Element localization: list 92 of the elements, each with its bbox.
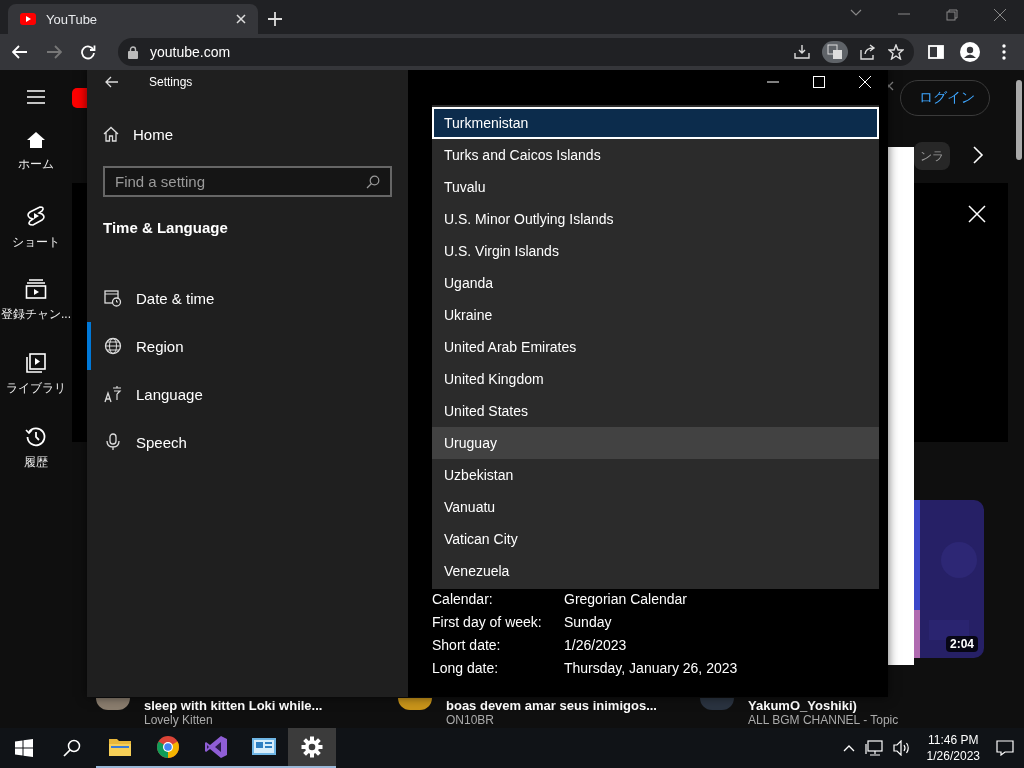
video-title[interactable]: sleep with kitten Loki while... bbox=[144, 698, 323, 713]
language-icon bbox=[104, 385, 122, 403]
dropdown-option[interactable]: Turks and Caicos Islands bbox=[432, 139, 879, 171]
back-icon[interactable] bbox=[105, 76, 119, 88]
dropdown-option[interactable]: Uruguay bbox=[432, 427, 879, 459]
profile-icon[interactable] bbox=[960, 42, 980, 62]
taskbar-clock[interactable]: 11:46 PM 1/26/2023 bbox=[926, 732, 980, 764]
dropdown-option[interactable]: Uzbekistan bbox=[432, 459, 879, 491]
subscriptions-icon bbox=[25, 278, 47, 300]
new-tab-icon[interactable] bbox=[268, 12, 282, 26]
window-title: Settings bbox=[149, 75, 193, 89]
reload-icon[interactable] bbox=[80, 44, 96, 60]
format-label: Short date: bbox=[432, 637, 502, 653]
dropdown-option[interactable]: U.S. Virgin Islands bbox=[432, 235, 879, 267]
dropdown-option[interactable]: United Kingdom bbox=[432, 363, 879, 395]
search-icon bbox=[63, 739, 81, 757]
home-icon bbox=[26, 130, 46, 150]
search-field[interactable]: Find a setting bbox=[103, 166, 392, 197]
notification-icon[interactable] bbox=[996, 740, 1014, 756]
more-icon[interactable] bbox=[1002, 44, 1006, 60]
nav-item[interactable]: Speech bbox=[87, 418, 392, 466]
nav-item[interactable]: Language bbox=[87, 370, 392, 418]
dropdown-option[interactable]: Vanuatu bbox=[432, 491, 879, 523]
video-title[interactable]: YakumO_Yoshiki) bbox=[748, 698, 899, 713]
download-icon[interactable] bbox=[794, 44, 810, 60]
globe-icon bbox=[104, 337, 122, 355]
format-value: Sunday bbox=[564, 614, 613, 630]
history-icon bbox=[25, 426, 47, 448]
chrome-icon bbox=[156, 735, 180, 759]
windows-logo-icon bbox=[15, 739, 33, 757]
menu-icon[interactable] bbox=[27, 90, 45, 104]
dropdown-option[interactable]: United Arab Emirates bbox=[432, 331, 879, 363]
nav-item[interactable]: Date & time bbox=[87, 274, 392, 322]
format-label: First day of week: bbox=[432, 614, 543, 630]
duration-badge: 2:04 bbox=[946, 636, 979, 652]
library-icon bbox=[25, 352, 47, 374]
volume-icon[interactable] bbox=[892, 740, 911, 756]
chevron-down-icon[interactable] bbox=[850, 9, 862, 17]
browser-tab[interactable]: YouTube bbox=[8, 4, 258, 34]
dropdown-option[interactable]: Vatican City bbox=[432, 523, 879, 555]
dropdown-option[interactable]: Tuvalu bbox=[432, 171, 879, 203]
channel-name[interactable]: ALL BGM CHANNEL - Topic bbox=[748, 713, 899, 727]
search-icon bbox=[366, 175, 380, 189]
sidebar-item[interactable]: ショート bbox=[12, 204, 60, 278]
studio-icon bbox=[204, 735, 228, 759]
sidebar-item[interactable]: ホーム bbox=[18, 130, 54, 204]
calendar-clock-icon bbox=[104, 289, 122, 307]
network-icon[interactable] bbox=[864, 740, 883, 756]
home-link[interactable]: Home bbox=[103, 120, 392, 148]
dropdown-option[interactable]: Venezuela bbox=[432, 555, 879, 587]
sidebar-item[interactable]: ライブラリ bbox=[6, 352, 66, 426]
dropdown-option[interactable]: Uganda bbox=[432, 267, 879, 299]
home-icon bbox=[103, 126, 119, 142]
dropdown-option[interactable]: United States bbox=[432, 395, 879, 427]
channel-name[interactable]: Lovely Kitten bbox=[144, 713, 323, 727]
format-value: Gregorian Calendar bbox=[564, 591, 688, 607]
dropdown-option[interactable]: Ukraine bbox=[432, 299, 879, 331]
taskbar-app[interactable] bbox=[288, 728, 336, 768]
side-panel-icon[interactable] bbox=[928, 45, 944, 59]
category-chip[interactable]: ンラ bbox=[914, 142, 950, 170]
dropdown-option[interactable]: U.S. Minor Outlying Islands bbox=[432, 203, 879, 235]
dropdown-option[interactable]: Turkmenistan bbox=[432, 107, 879, 139]
format-label: Calendar: bbox=[432, 591, 494, 607]
address-bar[interactable]: youtube.com bbox=[118, 38, 914, 66]
restore-icon[interactable] bbox=[946, 9, 958, 21]
shorts-icon bbox=[25, 204, 47, 228]
video-title[interactable]: boas devem amar seus inimigos... bbox=[446, 698, 657, 713]
forward-icon[interactable] bbox=[46, 45, 62, 59]
scrollbar-thumb[interactable] bbox=[1016, 80, 1022, 160]
maximize-icon bbox=[813, 76, 825, 88]
share-icon[interactable] bbox=[860, 44, 876, 60]
minimize-icon bbox=[767, 81, 779, 83]
microphone-icon bbox=[104, 433, 122, 451]
sidebar-item[interactable]: 履歴 bbox=[24, 426, 48, 500]
channel-avatar[interactable] bbox=[398, 698, 432, 710]
chevron-right-icon[interactable] bbox=[972, 146, 984, 164]
control-panel-icon bbox=[251, 736, 277, 758]
format-label: Long date: bbox=[432, 660, 500, 676]
settings-icon bbox=[301, 736, 323, 758]
chevron-up-icon[interactable] bbox=[842, 744, 855, 752]
format-value: 1/26/2023 bbox=[564, 637, 628, 653]
channel-avatar[interactable] bbox=[96, 698, 130, 710]
format-value: Thursday, January 26, 2023 bbox=[564, 660, 739, 676]
youtube-logo-icon bbox=[20, 13, 36, 25]
channel-name[interactable]: ON10BR bbox=[446, 713, 657, 727]
section-heading: Time & Language bbox=[103, 219, 229, 236]
translate-icon[interactable] bbox=[822, 41, 848, 63]
folder-icon bbox=[108, 737, 132, 757]
sidebar-item[interactable]: 登録チャン... bbox=[1, 278, 71, 352]
nav-item[interactable]: Region bbox=[87, 322, 392, 370]
lock-icon bbox=[128, 45, 138, 59]
star-icon[interactable] bbox=[888, 44, 904, 60]
